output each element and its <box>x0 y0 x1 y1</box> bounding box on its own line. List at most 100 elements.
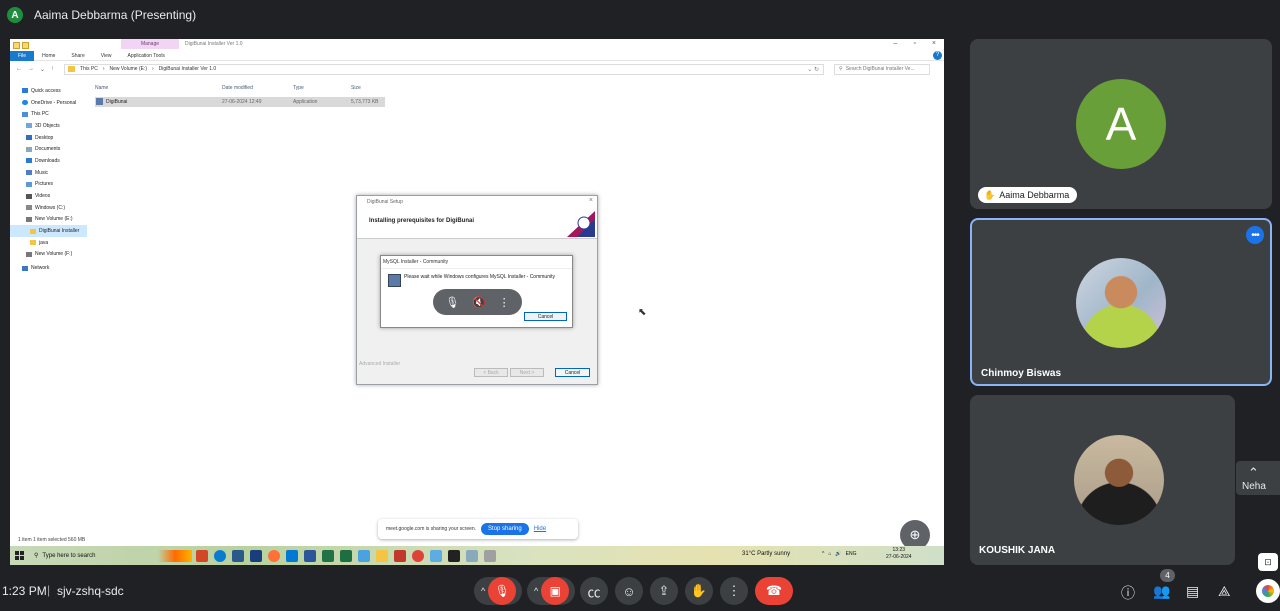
taskbar-search[interactable]: ⚲ Type here to search <box>34 546 154 565</box>
more-options-icon[interactable]: ••• <box>1246 226 1264 244</box>
nav-item-pictures[interactable]: Pictures <box>10 179 87 191</box>
windows-start-icon[interactable] <box>15 551 24 560</box>
nav-item-digibunai-installer[interactable]: DigiBunai Installer <box>10 225 87 237</box>
volume-icon[interactable]: 🔊 <box>835 551 841 557</box>
help-icon[interactable]: ? <box>933 51 942 60</box>
taskbar-weather[interactable]: 31°C Partly sunny <box>742 551 790 557</box>
participant-tile-aaima[interactable]: A ✋ Aaima Debbarma <box>970 39 1272 209</box>
people-icon[interactable]: 👥 <box>1153 583 1170 600</box>
address-bar[interactable]: This PC › New Volume (E:) › DigiBunai In… <box>64 63 825 75</box>
mic-off-icon[interactable]: 🎙 <box>445 296 459 309</box>
word-icon[interactable] <box>304 549 316 562</box>
camera-control[interactable]: ^ ▣ <box>527 577 575 605</box>
project-icon[interactable] <box>322 549 334 562</box>
hidden-participants-tab[interactable]: ⌃ Neha <box>1236 461 1280 495</box>
column-date[interactable]: Date modified <box>222 85 253 91</box>
maximize-icon[interactable]: ▫ <box>913 40 915 47</box>
up-arrow-icon[interactable]: ↑ <box>51 66 54 73</box>
powerpoint-icon[interactable] <box>196 549 208 562</box>
tab-application-tools[interactable]: Application Tools <box>120 51 173 61</box>
stop-sharing-button[interactable]: Stop sharing <box>481 523 529 535</box>
reactions-button[interactable]: ☺ <box>615 577 643 605</box>
participant-tile-chinmoy[interactable]: ••• Chinmoy Biswas <box>970 218 1272 386</box>
raise-hand-button[interactable]: ✋ <box>685 577 713 605</box>
chevron-up-icon[interactable]: ^ <box>822 551 824 557</box>
nav-item-documents[interactable]: Documents <box>10 143 87 155</box>
back-button[interactable]: < Back <box>474 368 508 377</box>
calculator-icon[interactable] <box>232 549 244 562</box>
nav-item-videos[interactable]: Videos <box>10 190 87 202</box>
network-icon[interactable]: ⌂ <box>828 551 831 557</box>
nav-item-3d-objects[interactable]: 3D Objects <box>10 120 87 132</box>
meeting-info-icon[interactable]: ⓘ <box>1121 583 1135 603</box>
excel-icon[interactable] <box>340 549 352 562</box>
more-vert-icon[interactable]: ⋮ <box>499 296 510 309</box>
chevron-up-icon[interactable]: ^ <box>534 586 538 596</box>
taskbar-clock[interactable]: 13:23 27-06-2024 <box>886 547 912 561</box>
mic-control[interactable]: ^ 🎙 <box>474 577 522 605</box>
mic-off-icon[interactable]: 🎙 <box>488 577 517 605</box>
terminal-icon[interactable] <box>448 549 460 562</box>
live-captions-icon[interactable]: ⊡ <box>1258 553 1278 571</box>
nav-item-desktop[interactable]: Desktop <box>10 132 87 144</box>
firefox-icon[interactable] <box>268 549 280 562</box>
breadcrumb-folder[interactable]: DigiBunai Installer Ver 1.0 <box>159 66 217 72</box>
acrobat-icon[interactable] <box>394 549 406 562</box>
nav-item-music[interactable]: Music <box>10 167 87 179</box>
forward-arrow-icon[interactable]: → <box>28 66 34 73</box>
tab-share[interactable]: Share <box>63 51 92 61</box>
participant-tile-koushik[interactable]: KOUSHIK JANA <box>970 395 1235 565</box>
nav-item-network[interactable]: Network <box>10 262 87 274</box>
tab-view[interactable]: View <box>93 51 120 61</box>
tab-home[interactable]: Home <box>34 51 63 61</box>
close-icon[interactable]: × <box>932 40 936 47</box>
nav-item-volume-f[interactable]: New Volume (F:) <box>10 249 87 261</box>
next-button[interactable]: Next > <box>510 368 544 377</box>
installer-icon[interactable] <box>484 549 496 562</box>
chevron-up-icon[interactable]: ^ <box>481 586 485 596</box>
explorer-search[interactable]: ⚲ Search DigiBunai Installer Ve... <box>834 63 931 75</box>
back-arrow-icon[interactable]: ← <box>16 66 22 73</box>
breadcrumb-this-pc[interactable]: This PC <box>80 66 98 72</box>
speaker-off-icon[interactable]: 🔇 <box>472 296 486 309</box>
leave-call-button[interactable]: ☎ <box>755 577 793 605</box>
app-icon[interactable] <box>466 549 478 562</box>
manage-tab[interactable]: Manage <box>121 39 179 49</box>
taskbar-decoration <box>158 549 192 562</box>
edge-icon[interactable] <box>214 549 226 562</box>
nav-item-onedrive[interactable]: OneDrive - Personal <box>10 97 87 109</box>
close-icon[interactable]: × <box>589 197 593 204</box>
hide-link[interactable]: Hide <box>534 526 546 532</box>
files-icon[interactable] <box>358 549 370 562</box>
nav-item-java[interactable]: java <box>10 237 87 249</box>
column-type[interactable]: Type <box>293 85 304 91</box>
table-row[interactable]: DigiBunai 27-06-2024 12:49 Application 5… <box>95 97 385 107</box>
chat-icon[interactable]: ▤ <box>1186 583 1199 600</box>
nav-item-downloads[interactable]: Downloads <box>10 155 87 167</box>
tab-file[interactable]: File <box>10 50 35 61</box>
chrome-icon[interactable] <box>412 549 424 562</box>
captions-button[interactable]: ㏄ <box>580 577 608 605</box>
column-size[interactable]: Size <box>351 85 361 91</box>
refresh-icon[interactable]: ⌄ ↻ <box>807 66 819 73</box>
nav-item-volume-e[interactable]: New Volume (E:) <box>10 214 87 226</box>
more-options-button[interactable]: ⋮ <box>720 577 748 605</box>
app-l-icon[interactable] <box>250 549 262 562</box>
mail-icon[interactable] <box>286 549 298 562</box>
activities-icon[interactable]: ⟁ <box>1218 583 1231 600</box>
app-icon[interactable] <box>430 549 442 562</box>
recent-chevron-icon[interactable]: ⌄ <box>40 66 45 73</box>
column-name[interactable]: Name <box>95 85 108 91</box>
mysql-cancel-button[interactable]: Cancel <box>524 312 567 321</box>
nav-item-this-pc[interactable]: This PC <box>10 108 87 120</box>
camera-off-icon[interactable]: ▣ <box>541 577 570 605</box>
file-explorer-icon[interactable] <box>376 549 388 562</box>
minimize-icon[interactable]: – <box>894 40 898 47</box>
nav-item-windows-c[interactable]: Windows (C:) <box>10 202 87 214</box>
nav-item-quick-access[interactable]: Quick access <box>10 85 87 97</box>
cancel-button[interactable]: Cancel <box>555 368 590 377</box>
gemini-icon[interactable] <box>1256 579 1280 603</box>
present-button[interactable]: ⇪ <box>650 577 678 605</box>
breadcrumb-volume[interactable]: New Volume (E:) <box>109 66 147 72</box>
language-indicator[interactable]: ENG <box>846 551 857 557</box>
